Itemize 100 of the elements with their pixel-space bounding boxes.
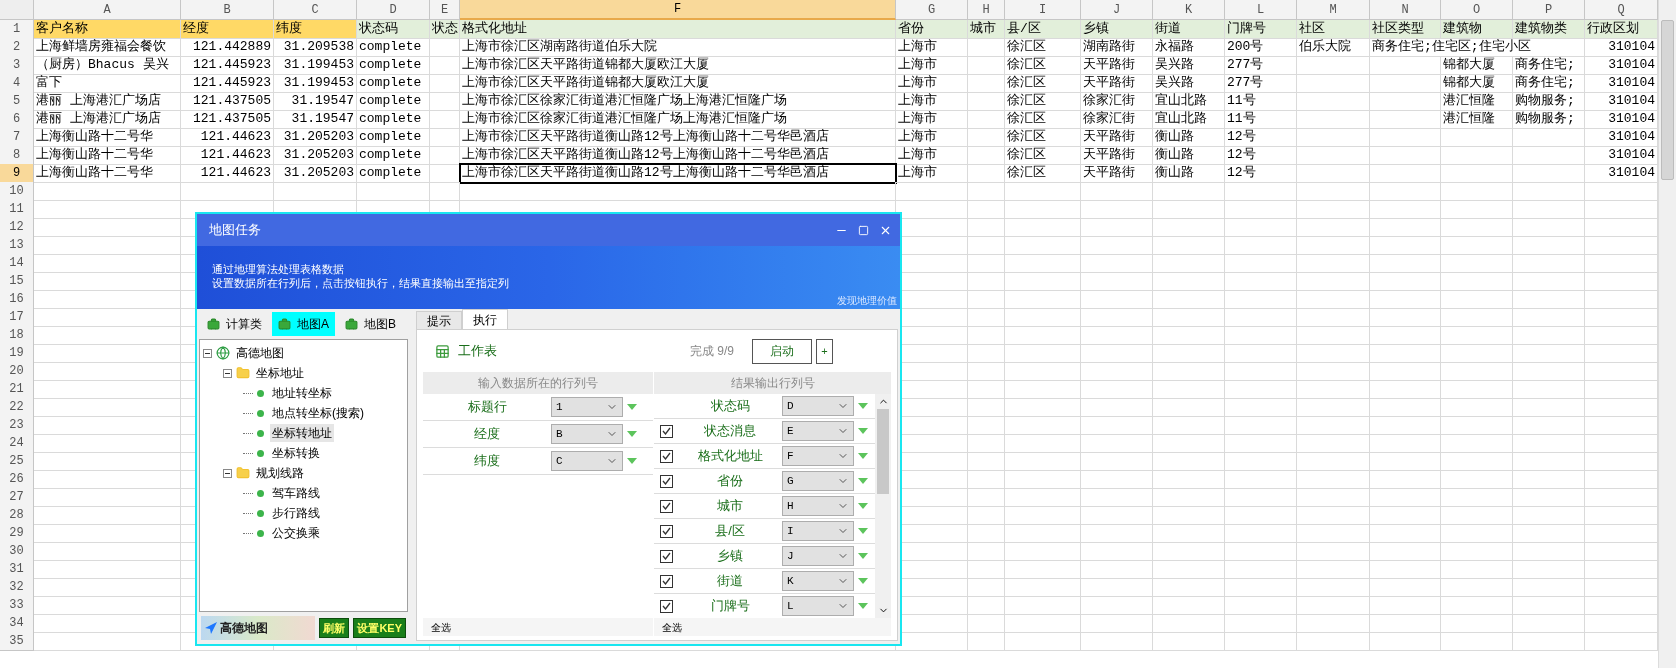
column-header[interactable]: A: [34, 0, 181, 20]
table-cell: [1441, 398, 1513, 417]
panel-tab[interactable]: 执行: [462, 309, 508, 329]
column-header[interactable]: N: [1370, 0, 1441, 20]
triangle-icon[interactable]: [858, 553, 868, 559]
category-tab[interactable]: 地图A: [272, 312, 335, 336]
table-cell: 31.19547: [274, 92, 357, 111]
table-cell: [1081, 218, 1153, 237]
collapse-toggle-icon[interactable]: [203, 348, 212, 358]
checkbox[interactable]: [659, 499, 673, 513]
column-dropdown[interactable]: I: [782, 521, 854, 541]
triangle-icon[interactable]: [858, 528, 868, 534]
triangle-icon[interactable]: [858, 478, 868, 484]
checkbox[interactable]: [659, 474, 673, 488]
tree-item[interactable]: 坐标转地址: [270, 424, 334, 442]
column-header[interactable]: L: [1225, 0, 1297, 20]
checkbox[interactable]: [659, 524, 673, 538]
table-cell: [1153, 524, 1225, 543]
folder-icon: [236, 366, 250, 380]
checkbox[interactable]: [659, 424, 673, 438]
row-number[interactable]: 35: [0, 632, 34, 651]
category-tab[interactable]: 计算类: [201, 312, 268, 336]
triangle-icon[interactable]: [858, 603, 868, 609]
table-cell: [1370, 308, 1441, 327]
column-header[interactable]: B: [181, 0, 274, 20]
triangle-icon[interactable]: [858, 428, 868, 434]
table-cell: [1441, 236, 1513, 255]
column-dropdown[interactable]: F: [782, 446, 854, 466]
column-dropdown[interactable]: K: [782, 571, 854, 591]
tree-item[interactable]: 坐标转换: [270, 444, 322, 462]
collapse-toggle-icon[interactable]: [223, 368, 232, 378]
column-header[interactable]: O: [1441, 0, 1513, 20]
column-dropdown[interactable]: B: [551, 424, 623, 444]
panel-scrollbar[interactable]: [875, 394, 891, 618]
table-cell: [1225, 596, 1297, 615]
table-cell: [1153, 344, 1225, 363]
panel-tab[interactable]: 提示: [416, 311, 462, 329]
column-dropdown[interactable]: L: [782, 596, 854, 616]
column-dropdown[interactable]: G: [782, 471, 854, 491]
column-header[interactable]: F: [460, 0, 896, 20]
table-cell: [1370, 272, 1441, 291]
collapse-toggle-icon[interactable]: [223, 468, 232, 478]
tree-item[interactable]: 规划线路: [254, 464, 306, 482]
tree-item[interactable]: 驾车路线: [270, 484, 322, 502]
checkbox[interactable]: [659, 574, 673, 588]
table-cell: complete: [357, 38, 430, 57]
select-all-link[interactable]: 全选: [431, 619, 451, 635]
column-dropdown[interactable]: 1: [551, 397, 623, 417]
triangle-icon[interactable]: [858, 503, 868, 509]
tree-item[interactable]: 地点转坐标(搜索): [270, 404, 366, 422]
action-button[interactable]: 设置KEY: [353, 618, 406, 638]
table-cell: [1153, 290, 1225, 309]
table-cell: [1370, 236, 1441, 255]
column-header[interactable]: E: [430, 0, 460, 20]
table-cell: [1513, 128, 1585, 147]
triangle-icon[interactable]: [627, 431, 637, 437]
triangle-icon[interactable]: [627, 404, 637, 410]
column-header[interactable]: D: [357, 0, 430, 20]
column-header[interactable]: J: [1081, 0, 1153, 20]
tree-item[interactable]: 步行路线: [270, 504, 322, 522]
checkbox[interactable]: [659, 549, 673, 563]
triangle-icon[interactable]: [858, 578, 868, 584]
category-tab[interactable]: 地图B: [339, 312, 403, 336]
column-header[interactable]: H: [968, 0, 1005, 20]
checkbox[interactable]: [659, 449, 673, 463]
table-cell: [968, 290, 1005, 309]
select-all-link[interactable]: 全选: [662, 619, 682, 635]
column-header[interactable]: K: [1153, 0, 1225, 20]
column-header[interactable]: M: [1297, 0, 1370, 20]
column-dropdown[interactable]: C: [551, 451, 623, 471]
vertical-scrollbar[interactable]: [1658, 0, 1676, 668]
triangle-icon[interactable]: [858, 453, 868, 459]
table-cell: 上海衡山路十二号华: [34, 164, 181, 183]
table-cell: [968, 362, 1005, 381]
tree-item[interactable]: 公交换乘: [270, 524, 322, 542]
scrollbar-thumb[interactable]: [1661, 20, 1674, 180]
column-dropdown[interactable]: J: [782, 546, 854, 566]
triangle-icon[interactable]: [627, 458, 637, 464]
column-header[interactable]: I: [1005, 0, 1081, 20]
column-dropdown[interactable]: D: [782, 396, 854, 416]
column-dropdown[interactable]: H: [782, 496, 854, 516]
column-header[interactable]: C: [274, 0, 357, 20]
start-button[interactable]: 启动: [752, 338, 812, 364]
worksheet-label: 工作表: [458, 342, 497, 361]
table-cell: [1441, 200, 1513, 219]
action-button[interactable]: 刷新: [319, 618, 350, 638]
checkbox[interactable]: [659, 599, 673, 613]
column-dropdown[interactable]: E: [782, 421, 854, 441]
triangle-icon[interactable]: [858, 403, 868, 409]
tree-item[interactable]: 坐标地址: [254, 364, 306, 382]
add-button[interactable]: +: [816, 338, 833, 364]
column-header[interactable]: P: [1513, 0, 1585, 20]
select-all-corner[interactable]: [0, 0, 34, 20]
tree-item[interactable]: 高德地图: [234, 344, 286, 362]
column-header[interactable]: G: [896, 0, 968, 20]
maximize-icon[interactable]: [858, 224, 869, 236]
column-header[interactable]: Q: [1585, 0, 1658, 20]
tree-item[interactable]: 地址转坐标: [270, 384, 334, 402]
scrollbar-thumb[interactable]: [877, 409, 889, 494]
table-cell: 12号: [1225, 164, 1297, 183]
